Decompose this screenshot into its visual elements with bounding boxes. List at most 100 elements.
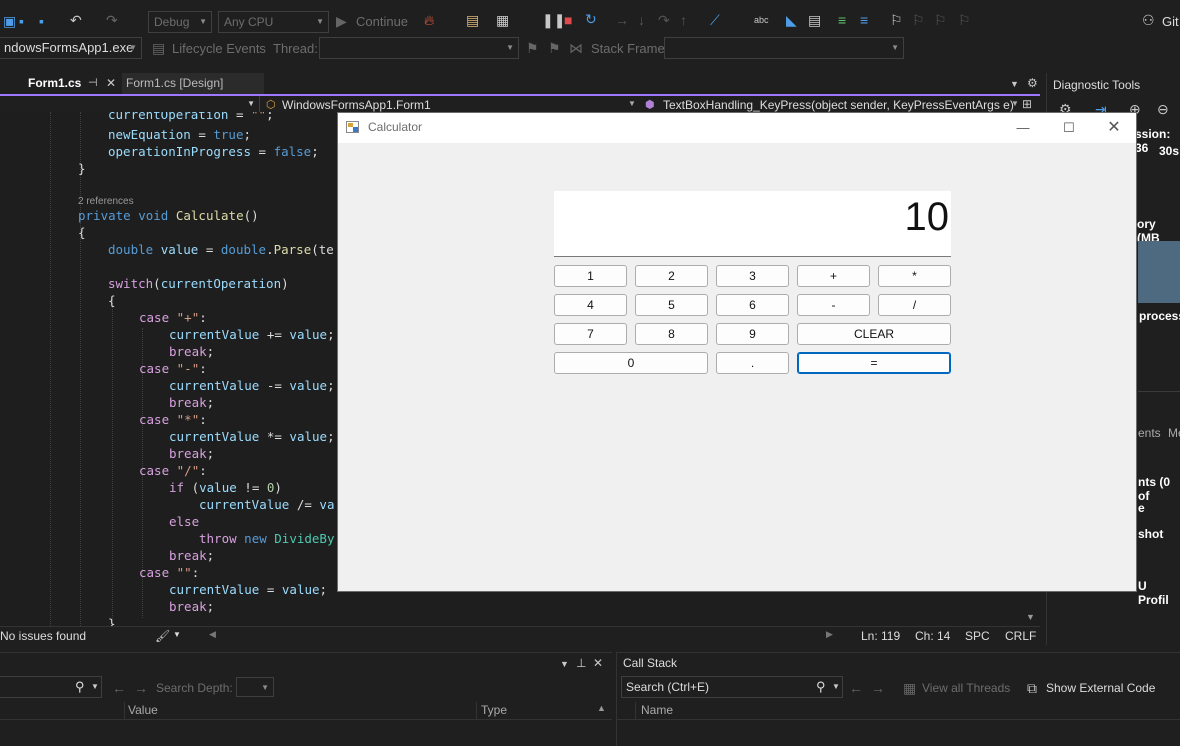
- bookmark-clear-icon[interactable]: ⚐: [958, 12, 971, 28]
- save-all-icon[interactable]: ▪: [39, 13, 44, 29]
- git-icon[interactable]: ⚇: [1142, 12, 1155, 28]
- code-line: }: [78, 161, 86, 176]
- whitespace-indicator[interactable]: SPC: [965, 629, 990, 643]
- step-into-icon[interactable]: ↓: [638, 12, 645, 28]
- git-label[interactable]: Git: [1162, 14, 1179, 29]
- open-folder-icon[interactable]: ▤: [466, 12, 479, 28]
- step-out-icon[interactable]: ↑: [680, 12, 687, 28]
- back-arrow-icon[interactable]: ←: [849, 680, 863, 696]
- back-arrow-icon[interactable]: ←: [112, 680, 126, 696]
- tab-memory[interactable]: Me: [1168, 426, 1180, 440]
- search-depth-dropdown[interactable]: ▼: [236, 677, 274, 697]
- bookmark-nav-icon[interactable]: ◣: [786, 12, 797, 28]
- column-value[interactable]: Value: [128, 703, 158, 717]
- multiply-button[interactable]: *: [878, 265, 951, 287]
- stack-frame-dropdown[interactable]: ▼: [664, 37, 904, 59]
- panel-menu-icon[interactable]: ▼: [560, 656, 569, 672]
- step-back-icon[interactable]: ↷: [658, 12, 670, 28]
- tab-form1-design[interactable]: Form1.cs [Design]: [122, 73, 264, 95]
- digit-4-button[interactable]: 4: [554, 294, 627, 316]
- thread-dropdown[interactable]: ▼: [319, 37, 519, 59]
- column-type[interactable]: Type: [481, 703, 507, 717]
- indent-icon[interactable]: ≡: [838, 12, 846, 28]
- calculator-display[interactable]: 10: [554, 191, 951, 257]
- calculator-title-bar[interactable]: Calculator — ☐ ✕: [338, 113, 1136, 143]
- save-icon[interactable]: ▪: [19, 13, 24, 29]
- clear-button[interactable]: CLEAR: [797, 323, 951, 345]
- digit-0-button[interactable]: 0: [554, 352, 708, 374]
- tab-form1-cs[interactable]: Form1.cs ⊣ ✕: [0, 73, 122, 95]
- variables-search-input[interactable]: ⚲ ▼: [0, 676, 102, 698]
- tab-events[interactable]: ents: [1138, 426, 1161, 440]
- plus-button[interactable]: +: [797, 265, 870, 287]
- code-lens-references[interactable]: 2 references: [78, 196, 134, 207]
- divide-button[interactable]: /: [878, 294, 951, 316]
- member-dropdown[interactable]: TextBoxHandling_KeyPress(object sender, …: [663, 98, 1014, 112]
- cpu-profile-label[interactable]: U Profil: [1138, 579, 1180, 607]
- digit-5-button[interactable]: 5: [635, 294, 708, 316]
- show-threads-icon[interactable]: ⚑: [548, 40, 561, 56]
- hot-reload-icon[interactable]: 🔥︎: [424, 12, 434, 28]
- column-indicator[interactable]: Ch: 14: [915, 629, 950, 643]
- close-tab-icon[interactable]: ✕: [106, 76, 116, 90]
- call-stack-search-input[interactable]: Search (Ctrl+E) ⚲ ▼: [621, 676, 843, 698]
- digit-1-button[interactable]: 1: [554, 265, 627, 287]
- class-dropdown[interactable]: WindowsFormsApp1.Form1: [282, 98, 431, 112]
- pause-icon[interactable]: ❚❚: [542, 12, 565, 28]
- new-file-icon[interactable]: ▣: [3, 13, 16, 29]
- list-item[interactable]: e: [1138, 501, 1145, 515]
- show-external-code-button[interactable]: Show External Code: [1046, 681, 1155, 695]
- pin-icon[interactable]: ⊥: [576, 655, 586, 671]
- digit-2-button[interactable]: 2: [635, 265, 708, 287]
- equals-button[interactable]: =: [797, 352, 951, 374]
- forward-arrow-icon[interactable]: →: [134, 680, 148, 696]
- redo-icon[interactable]: ↷: [106, 12, 118, 28]
- digit-3-button[interactable]: 3: [716, 265, 789, 287]
- process-dropdown[interactable]: ndowsFormsApp1.exe ▼: [0, 37, 142, 59]
- outdent-icon[interactable]: ≡: [860, 12, 868, 28]
- close-icon[interactable]: ✕: [593, 655, 603, 671]
- minimize-button[interactable]: —: [1008, 117, 1038, 139]
- step-over-icon[interactable]: →: [615, 12, 629, 28]
- platform-dropdown[interactable]: Any CPU ▼: [218, 11, 329, 33]
- bookmark-icon[interactable]: ⚐: [890, 12, 903, 28]
- debug-location-toolbar: ndowsFormsApp1.exe ▼ ▤ Lifecycle Events T…: [0, 36, 1180, 62]
- code-cleanup-icon[interactable]: 🖌︎: [155, 628, 170, 644]
- issues-status[interactable]: No issues found: [0, 629, 86, 643]
- continue-icon[interactable]: ▶: [336, 13, 347, 29]
- digit-9-button[interactable]: 9: [716, 323, 789, 345]
- settings-icon[interactable]: ⚙: [1027, 75, 1038, 91]
- layout-icon[interactable]: ▦: [496, 12, 509, 28]
- minus-button[interactable]: -: [797, 294, 870, 316]
- column-name[interactable]: Name: [641, 703, 673, 717]
- digit-6-button[interactable]: 6: [716, 294, 789, 316]
- stop-icon[interactable]: ■: [564, 12, 572, 28]
- digit-7-button[interactable]: 7: [554, 323, 627, 345]
- diagnostics-icon[interactable]: ⟋: [710, 12, 720, 28]
- spell-icon[interactable]: abc: [754, 12, 769, 28]
- line-indicator[interactable]: Ln: 119: [861, 629, 900, 643]
- maximize-button[interactable]: ☐: [1054, 117, 1084, 139]
- close-button[interactable]: ✕: [1099, 117, 1129, 139]
- bookmark-next-icon[interactable]: ⚐: [934, 12, 947, 28]
- tab-overflow-icon[interactable]: ▼: [1010, 76, 1019, 92]
- split-icon[interactable]: ⊞: [1022, 96, 1032, 112]
- comment-icon[interactable]: ▤: [808, 12, 821, 28]
- zoom-out-icon[interactable]: ⊖: [1157, 101, 1169, 117]
- view-all-threads-button[interactable]: View all Threads: [922, 681, 1010, 695]
- continue-button[interactable]: Continue: [356, 14, 408, 29]
- threads-icon: ▦: [903, 680, 917, 696]
- snapshot-label[interactable]: shot: [1138, 527, 1163, 541]
- config-dropdown[interactable]: Debug ▼: [148, 11, 212, 33]
- bookmark-prev-icon[interactable]: ⚐: [912, 12, 925, 28]
- undo-icon[interactable]: ↶: [70, 12, 82, 28]
- restart-icon[interactable]: ↻: [585, 11, 597, 27]
- digit-8-button[interactable]: 8: [635, 323, 708, 345]
- line-ending-indicator[interactable]: CRLF: [1005, 629, 1036, 643]
- pin-icon[interactable]: ⊣: [88, 76, 98, 89]
- lifecycle-events[interactable]: Lifecycle Events: [172, 41, 266, 56]
- flag-thread-icon[interactable]: ⚑: [526, 40, 539, 56]
- forward-arrow-icon[interactable]: →: [871, 680, 885, 696]
- decimal-button[interactable]: .: [716, 352, 789, 374]
- code-line: throw new DivideBy: [199, 531, 335, 546]
